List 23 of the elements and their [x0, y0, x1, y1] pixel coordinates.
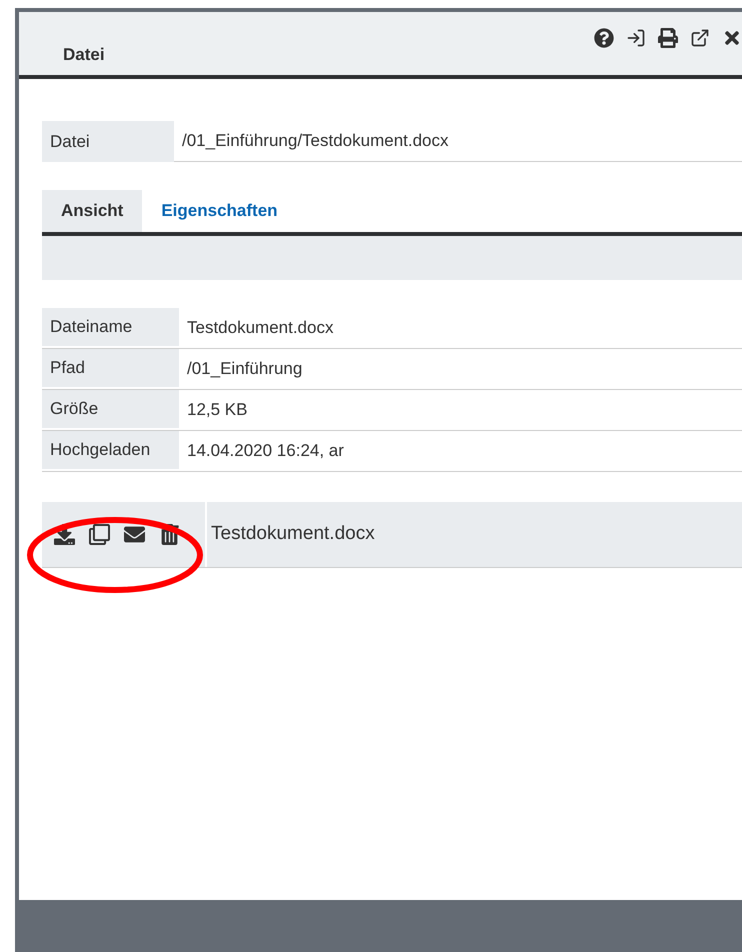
file-name[interactable]: Testdokument.docx	[207, 502, 375, 567]
help-icon[interactable]	[594, 28, 614, 48]
property-label: Größe	[42, 390, 179, 430]
property-label: Pfad	[42, 349, 179, 389]
property-label: Dateiname	[42, 308, 179, 348]
property-value: Testdokument.docx	[186, 317, 334, 340]
tab[interactable]: Ansicht	[42, 190, 142, 232]
external-link-icon[interactable]	[690, 28, 710, 48]
tab[interactable]: Eigenschaften	[142, 190, 297, 232]
property-label: Hochgeladen	[42, 431, 179, 471]
field-value: /01_Einführung/Testdokument.docx	[174, 121, 742, 162]
property-value: /01_Einführung	[186, 358, 304, 380]
dialog-title: Datei	[63, 44, 105, 66]
arrow-in-box-icon[interactable]	[626, 28, 646, 48]
close-icon[interactable]	[722, 28, 742, 48]
copy-icon[interactable]	[89, 524, 110, 545]
property-value: 14.04.2020 16:24, ar	[186, 440, 345, 462]
print-icon[interactable]	[658, 28, 678, 48]
property-value: 12,5 KB	[186, 399, 248, 422]
download-icon[interactable]	[54, 524, 75, 545]
field-label: Datei	[42, 121, 174, 162]
envelope-icon[interactable]	[124, 524, 145, 545]
trash-icon[interactable]	[159, 524, 180, 545]
